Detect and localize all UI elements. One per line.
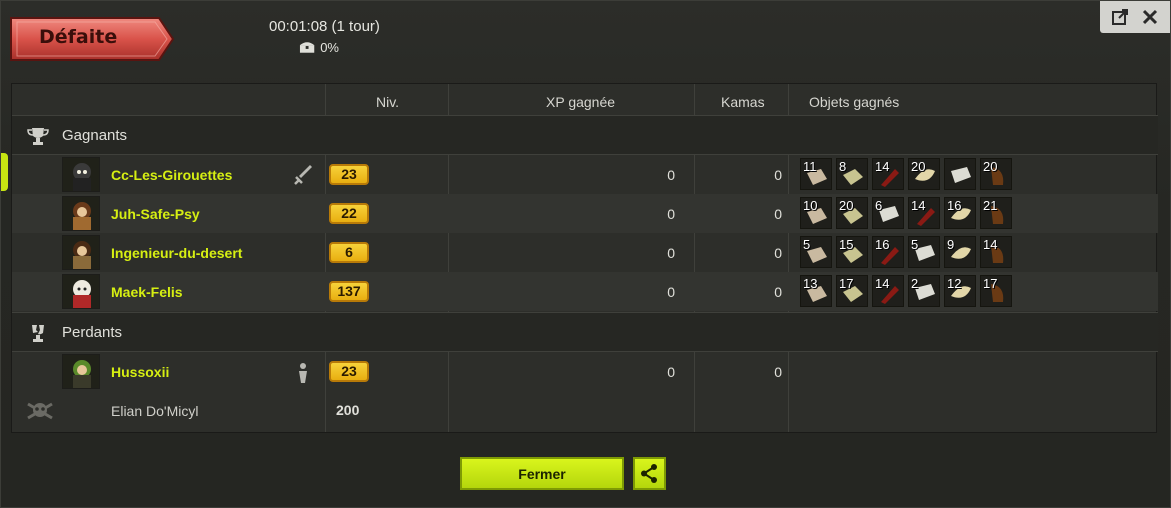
detach-icon[interactable] (1110, 7, 1130, 27)
table-row: Ingenieur-du-desert 6 0 0 5 15 16 5 9 14 (12, 233, 1158, 272)
share-icon (641, 464, 657, 483)
loot-item[interactable]: 20 (836, 197, 868, 229)
defeat-ribbon: Défaite (9, 16, 175, 62)
avatar[interactable] (62, 157, 100, 192)
kamas-value: 0 (774, 206, 782, 222)
loot-item[interactable]: 21 (980, 197, 1012, 229)
header-kamas: Kamas (721, 94, 765, 110)
kamas-value: 0 (774, 284, 782, 300)
skull-icon (27, 402, 53, 420)
chest-percent: 0% (320, 39, 339, 55)
loot-item[interactable]: 8 (836, 158, 868, 190)
window-controls (1100, 1, 1170, 33)
table-row: Juh-Safe-Psy 22 0 0 10 20 6 14 16 21 (12, 194, 1158, 233)
loot-item[interactable]: 14 (980, 236, 1012, 268)
person-icon (299, 363, 307, 383)
table-row: Maek-Felis 137 0 0 13 17 14 2 12 17 (12, 272, 1158, 311)
winners-section: Gagnants (12, 115, 1158, 155)
level-value: 200 (336, 402, 360, 418)
broken-trophy-icon (32, 325, 44, 342)
fight-result-window: Défaite 00:01:08 (1 tour) 0% Niv. XP gag… (0, 0, 1171, 508)
xp-value: 0 (667, 364, 675, 380)
player-name[interactable]: Hussoxii (111, 364, 169, 380)
losers-section: Perdants (12, 312, 1158, 352)
header-level: Niv. (376, 94, 400, 110)
table-row: Hussoxii 23 0 0 (12, 352, 1158, 391)
player-name[interactable]: Maek-Felis (111, 284, 183, 300)
loot-item[interactable]: 16 (872, 236, 904, 268)
trophy-icon (27, 128, 49, 145)
loot-item[interactable]: 17 (980, 275, 1012, 307)
loot-item[interactable]: 16 (944, 197, 976, 229)
chest-info: 0% (299, 39, 339, 55)
loot-item[interactable]: 6 (872, 197, 904, 229)
player-name[interactable]: Cc-Les-Girouettes (111, 167, 232, 183)
loot-item[interactable]: 14 (908, 197, 940, 229)
level-badge: 137 (329, 281, 369, 302)
level-badge: 6 (329, 242, 369, 263)
loot-item[interactable]: 5 (800, 236, 832, 268)
xp-value: 0 (667, 284, 675, 300)
loot-item[interactable]: 2 (908, 275, 940, 307)
xp-value: 0 (667, 167, 675, 183)
loot-item[interactable]: 9 (944, 236, 976, 268)
items-list: 13 17 14 2 12 17 (800, 275, 1012, 307)
avatar[interactable] (62, 354, 100, 389)
loot-item[interactable]: 12 (944, 275, 976, 307)
losers-title: Perdants (62, 324, 123, 341)
loot-item[interactable]: 5 (908, 236, 940, 268)
loot-item[interactable] (944, 158, 976, 190)
loot-item[interactable]: 10 (800, 197, 832, 229)
items-list: 5 15 16 5 9 14 (800, 236, 1012, 268)
level-badge: 23 (329, 164, 369, 185)
kamas-value: 0 (774, 167, 782, 183)
header-items: Objets gagnés (809, 94, 900, 110)
xp-value: 0 (667, 206, 675, 222)
player-name[interactable]: Ingenieur-du-desert (111, 245, 242, 261)
close-icon[interactable] (1140, 7, 1160, 27)
avatar[interactable] (62, 196, 100, 231)
side-tab-handle[interactable] (1, 153, 8, 191)
loot-item[interactable]: 20 (980, 158, 1012, 190)
loot-item[interactable]: 14 (872, 158, 904, 190)
loot-item[interactable]: 11 (800, 158, 832, 190)
loot-item[interactable]: 14 (872, 275, 904, 307)
kamas-value: 0 (774, 245, 782, 261)
table-row: Elian Do'Micyl 200 (12, 391, 1158, 430)
result-title: Défaite (39, 26, 118, 48)
xp-value: 0 (667, 245, 675, 261)
player-name[interactable]: Elian Do'Micyl (111, 403, 198, 419)
level-badge: 22 (329, 203, 369, 224)
level-badge: 23 (329, 361, 369, 382)
header-xp: XP gagnée (546, 94, 616, 110)
fight-duration: 00:01:08 (1 tour) (269, 18, 380, 35)
kamas-value: 0 (774, 364, 782, 380)
avatar[interactable] (62, 235, 100, 270)
close-button[interactable]: Fermer (460, 457, 624, 490)
loot-item[interactable]: 20 (908, 158, 940, 190)
results-table: Niv. XP gagnée Kamas Objets gagnés Gagna… (11, 83, 1158, 433)
loot-item[interactable]: 17 (836, 275, 868, 307)
loot-item[interactable]: 13 (800, 275, 832, 307)
loot-item[interactable]: 15 (836, 236, 868, 268)
items-list: 10 20 6 14 16 21 (800, 197, 1012, 229)
chest-icon (299, 42, 315, 53)
winners-title: Gagnants (62, 127, 128, 144)
table-row: Cc-Les-Girouettes 23 0 0 11 8 14 20 20 (12, 155, 1158, 194)
avatar[interactable] (62, 274, 100, 309)
sword-icon (294, 165, 312, 185)
items-list: 11 8 14 20 20 (800, 158, 1012, 190)
player-name[interactable]: Juh-Safe-Psy (111, 206, 200, 222)
share-button[interactable] (633, 457, 666, 490)
